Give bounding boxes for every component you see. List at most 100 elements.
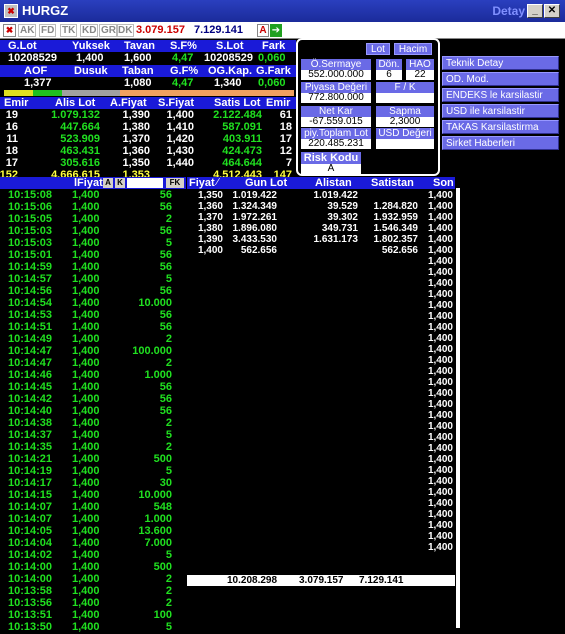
son-cell: 1,400 (427, 531, 453, 542)
trade-lot: 2 (165, 333, 172, 345)
osermaye-value: 552.000.000 (301, 70, 371, 80)
app-icon: ✖ (4, 4, 18, 18)
trade-price: 1,400 (72, 597, 100, 609)
trade-lot: 5 (165, 237, 172, 249)
minimize-button[interactable]: _ (527, 4, 543, 18)
trade-time: 10:15:03 (8, 237, 53, 249)
a-button[interactable]: A (257, 24, 269, 37)
son-cell: 1,400 (427, 212, 453, 223)
pricebook-cell: 1.284.820 (373, 201, 419, 212)
trade-price: 1,400 (72, 441, 100, 453)
toolbar-button-kd[interactable]: KD (80, 24, 99, 37)
close-button[interactable]: ✕ (544, 4, 560, 18)
trade-price: 1,400 (72, 549, 100, 561)
vertical-scrollbar[interactable] (456, 188, 460, 628)
trade-time: 10:15:03 (8, 225, 53, 237)
pb-hdr-alistan: Alistan (315, 177, 352, 189)
side-menu-item[interactable]: ENDEKS le karsilastir (442, 88, 559, 102)
trade-time: 10:14:15 (8, 489, 53, 501)
trade-lot: 13.600 (138, 525, 172, 537)
filter-a-button[interactable]: A (103, 178, 113, 188)
pb-hdr-satistan: Satistan (371, 177, 414, 189)
trade-time: 10:14:45 (8, 381, 53, 393)
toolbar-button-fd[interactable]: FD (39, 24, 57, 37)
depth-hdr-alislot: Alis Lot (55, 97, 96, 109)
pricebook-cell: 1.802.357 (373, 234, 419, 245)
trades-hdr-fiyat: lFiyat (74, 177, 103, 189)
lot-button[interactable]: Lot (366, 43, 390, 55)
side-menu-item[interactable]: USD ile karsilastir (442, 104, 559, 118)
side-menu-item[interactable]: Teknik Detay (442, 56, 559, 70)
son-cell: 1,400 (427, 234, 453, 245)
trade-price: 1,400 (72, 609, 100, 621)
trade-lot: 56 (159, 381, 172, 393)
side-menu-item[interactable]: TAKAS Karsilastirma (442, 120, 559, 134)
side-menu-item[interactable]: OD. Mod. (442, 72, 559, 86)
toolbar-button-tk[interactable]: TK (60, 24, 78, 37)
sort-icon[interactable]: ∕ (217, 177, 219, 188)
depth-cell: 1,380 (122, 121, 150, 133)
val-gf: 4,47 (172, 77, 194, 89)
arrow-right-icon[interactable]: ➔ (270, 24, 282, 37)
filter-input[interactable] (127, 178, 163, 188)
trade-lot: 30 (159, 477, 172, 489)
pricebook-cell: 1.972.261 (232, 212, 278, 223)
depth-cell: 61 (279, 109, 292, 121)
depth-cell: 587.091 (222, 121, 262, 133)
hdr-fark: Fark (262, 40, 286, 52)
depth-cell: 18 (279, 121, 292, 133)
trade-lot: 5 (165, 273, 172, 285)
trade-price: 1,400 (72, 345, 100, 357)
trade-price: 1,400 (72, 417, 100, 429)
depth-cell: 12 (279, 145, 292, 157)
trade-time: 10:14:51 (8, 321, 53, 333)
trade-price: 1,400 (72, 285, 100, 297)
close-small-icon[interactable]: ✖ (3, 24, 16, 37)
trade-lot: 56 (159, 189, 172, 201)
trade-time: 10:14:07 (8, 513, 53, 525)
toolbar-button-ak[interactable]: AK (18, 24, 37, 37)
son-cell: 1,400 (427, 267, 453, 278)
trade-price: 1,400 (72, 333, 100, 345)
toolbar-button-dk[interactable]: DK (116, 24, 135, 37)
trade-price: 1,400 (72, 273, 100, 285)
trade-time: 10:14:47 (8, 357, 53, 369)
trade-time: 10:14:04 (8, 537, 53, 549)
trade-price: 1,400 (72, 465, 100, 477)
trades-panel: lFiyat A K FK 10:15:08 1,400 56 10:15:06 1,4… (0, 177, 186, 634)
trade-lot: 5 (165, 621, 172, 633)
depth-cell: 18 (5, 145, 18, 157)
filter-k-button[interactable]: K (115, 178, 125, 188)
trade-price: 1,400 (72, 393, 100, 405)
trade-lot: 2 (165, 357, 172, 369)
hdr-ogkap: OG.Kap. (208, 65, 253, 77)
depth-cell: 1,420 (166, 133, 194, 145)
trade-price: 1,400 (72, 561, 100, 573)
depth-cell: 1,400 (166, 109, 194, 121)
trade-time: 10:14:59 (8, 261, 53, 273)
son-cell: 1,400 (427, 311, 453, 322)
pricebook-cell: 3.433.530 (232, 234, 278, 245)
trade-price: 1,400 (72, 477, 100, 489)
trade-time: 10:14:49 (8, 333, 53, 345)
trade-lot: 56 (159, 309, 172, 321)
trade-lot: 56 (159, 201, 172, 213)
trade-lot: 56 (159, 405, 172, 417)
detail-label: Detay (492, 4, 525, 18)
total-alistan: 3.079.157 (299, 575, 344, 586)
trade-time: 10:14:35 (8, 441, 53, 453)
depth-cell: 403.911 (222, 133, 262, 145)
pricebook-cell: 1.932.959 (373, 212, 419, 223)
pricebook-cell: 1,400 (197, 245, 223, 256)
trade-lot: 56 (159, 225, 172, 237)
son-cell: 1,400 (427, 355, 453, 366)
fk-label: F / K (376, 82, 434, 93)
depth-hdr-satislot: Satis Lot (214, 97, 261, 109)
side-menu-item[interactable]: Sirket Haberleri (442, 136, 559, 150)
hacim-button[interactable]: Hacim (394, 43, 432, 55)
depth-cell: 463.431 (60, 145, 100, 157)
hdr-gfark: G.Fark (256, 65, 291, 77)
hdr-yuksek: Yuksek (72, 40, 110, 52)
fk-button[interactable]: FK (166, 178, 184, 188)
toolbar: ✖ AK FD TK KD GR DK 3.079.157 7.129.141 … (0, 22, 565, 39)
